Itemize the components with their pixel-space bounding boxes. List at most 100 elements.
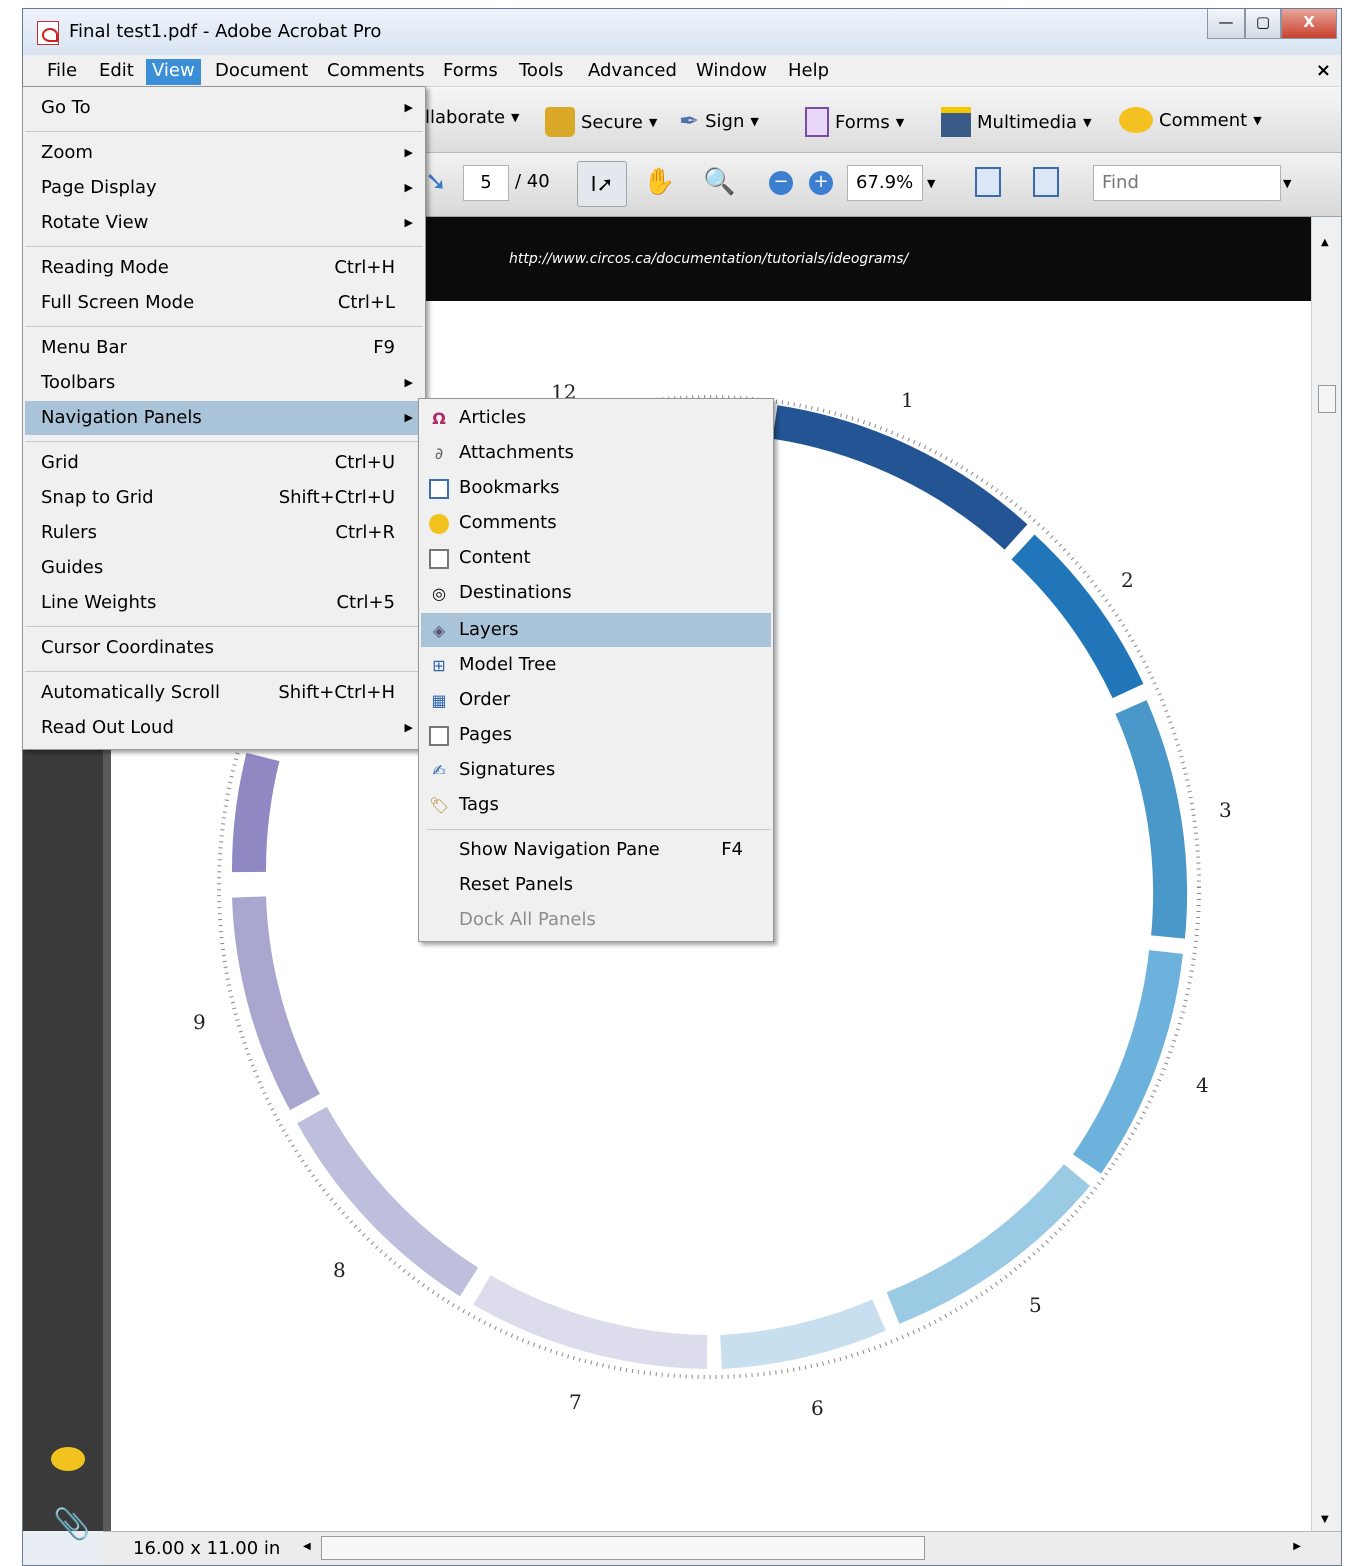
menu-advanced[interactable]: Advanced xyxy=(582,59,683,85)
view-menu-item-cursor-coordinates[interactable]: Cursor Coordinates xyxy=(25,631,423,665)
view-menu-item-snap-to-grid[interactable]: Snap to Grid Shift+Ctrl+U xyxy=(25,481,423,515)
ideogram-segment-1 xyxy=(772,405,1028,550)
navigation-panels-submenu: Ω Articles ∂ Attachments Bookmarks Comment… xyxy=(418,398,774,942)
nav-item-layers[interactable]: ◈ Layers xyxy=(421,613,771,647)
nav-item-model-tree[interactable]: ⊞ Model Tree xyxy=(421,648,771,682)
view-menu-item-zoom[interactable]: Zoom ▶ xyxy=(25,136,423,170)
nav-item-pages[interactable]: Pages xyxy=(421,718,771,752)
ideogram-label-3: 3 xyxy=(1219,798,1232,822)
multimedia-button[interactable]: Multimedia ▼ xyxy=(941,107,1092,137)
bookmark-icon xyxy=(429,479,449,499)
view-menu-item-reading-mode[interactable]: Reading Mode Ctrl+H xyxy=(25,251,423,285)
menu-item-label: Read Out Loud xyxy=(41,717,174,738)
view-menu-item-rulers[interactable]: Rulers Ctrl+R xyxy=(25,516,423,550)
nav-item-destinations[interactable]: ◎ Destinations xyxy=(421,576,771,610)
nav-item-tags[interactable]: 🏷 Tags xyxy=(421,788,771,822)
collaborate-button[interactable]: llaborate ▼ xyxy=(425,107,520,128)
lock-icon xyxy=(545,107,575,137)
nav-item-comments[interactable]: Comments xyxy=(421,506,771,540)
view-menu-item-menu-bar[interactable]: Menu Bar F9 xyxy=(25,331,423,365)
ideogram-label-1: 1 xyxy=(901,388,914,412)
window-title: Final test1.pdf - Adobe Acrobat Pro xyxy=(69,21,382,42)
nav-item-content[interactable]: Content xyxy=(421,541,771,575)
scroll-down-arrow-icon[interactable]: ▼ xyxy=(1321,1514,1329,1525)
scroll-thumb[interactable] xyxy=(1318,385,1336,413)
secure-button[interactable]: Secure ▼ xyxy=(545,107,657,137)
view-menu-item-page-display[interactable]: Page Display ▶ xyxy=(25,171,423,205)
minimize-button[interactable]: — xyxy=(1207,9,1245,39)
nav-item-bookmarks[interactable]: Bookmarks xyxy=(421,471,771,505)
view-menu-item-goto[interactable]: Go To ▶ xyxy=(25,91,423,125)
comment-button[interactable]: Comment ▼ xyxy=(1119,107,1262,133)
hand-tool-icon[interactable]: ✋ xyxy=(643,167,675,197)
sign-button[interactable]: ✒ Sign ▼ xyxy=(679,107,759,135)
ideogram-label-5: 5 xyxy=(1029,1293,1042,1317)
zoom-dropdown-icon[interactable]: ▼ xyxy=(927,177,935,190)
forms-button[interactable]: Forms ▼ xyxy=(805,107,904,137)
nav-item-show-navigation-pane[interactable]: Show Navigation Pane F4 xyxy=(421,833,771,867)
scroll-left-arrow-icon[interactable]: ◀ xyxy=(303,1541,311,1552)
close-document-icon[interactable]: × xyxy=(1316,60,1331,81)
page-number-input[interactable]: 5 xyxy=(463,165,509,201)
find-dropdown-icon[interactable]: ▼ xyxy=(1283,177,1291,190)
signature-icon: ✍ xyxy=(432,761,446,780)
find-input[interactable]: Find xyxy=(1093,165,1281,201)
menu-tools[interactable]: Tools xyxy=(513,59,569,85)
menu-document[interactable]: Document xyxy=(209,59,314,85)
collaborate-label: llaborate xyxy=(425,107,506,128)
fit-page-icon[interactable] xyxy=(1033,167,1059,197)
menu-file[interactable]: File xyxy=(41,59,83,85)
chevron-down-icon: ▼ xyxy=(895,115,905,129)
zoom-in-icon[interactable]: + xyxy=(809,171,833,195)
menu-item-label: Dock All Panels xyxy=(459,909,596,930)
attachments-panel-icon[interactable]: 📎 xyxy=(53,1507,90,1542)
menu-item-shortcut: Shift+Ctrl+H xyxy=(278,682,395,703)
menu-view[interactable]: View xyxy=(146,59,201,85)
view-menu-item-read-out-loud[interactable]: Read Out Loud ▶ xyxy=(25,711,423,745)
view-menu-item-grid[interactable]: Grid Ctrl+U xyxy=(25,446,423,480)
menu-item-label: Guides xyxy=(41,557,104,578)
zoom-out-icon[interactable]: − xyxy=(769,171,793,195)
view-menu-item-toolbars[interactable]: Toolbars ▶ xyxy=(25,366,423,400)
horizontal-scrollbar[interactable] xyxy=(321,1536,925,1560)
menu-item-label: Reading Mode xyxy=(41,257,169,278)
menu-item-label: Destinations xyxy=(459,582,572,603)
nav-item-signatures[interactable]: ✍ Signatures xyxy=(421,753,771,787)
view-menu-item-guides[interactable]: Guides xyxy=(25,551,423,585)
nav-item-attachments[interactable]: ∂ Attachments xyxy=(421,436,771,470)
next-page-arrow-icon[interactable]: ➘ xyxy=(425,167,447,197)
page-size: 16.00 x 11.00 in xyxy=(133,1538,281,1559)
tree-icon: ⊞ xyxy=(432,656,446,675)
view-menu-item-full-screen[interactable]: Full Screen Mode Ctrl+L xyxy=(25,286,423,320)
menu-forms[interactable]: Forms xyxy=(437,59,504,85)
nav-item-order[interactable]: ▦ Order xyxy=(421,683,771,717)
menu-edit[interactable]: Edit xyxy=(93,59,140,85)
select-tool-button[interactable]: I➚ xyxy=(577,161,627,207)
menu-item-label: Toolbars xyxy=(41,372,116,393)
submenu-arrow-icon: ▶ xyxy=(404,181,413,194)
fit-width-icon[interactable] xyxy=(975,167,1001,197)
maximize-button[interactable]: ▢ xyxy=(1245,9,1281,39)
menu-help[interactable]: Help xyxy=(782,59,835,85)
view-menu-item-auto-scroll[interactable]: Automatically Scroll Shift+Ctrl+H xyxy=(25,676,423,710)
menu-item-shortcut: Shift+Ctrl+U xyxy=(278,487,395,508)
view-menu-item-line-weights[interactable]: Line Weights Ctrl+5 xyxy=(25,586,423,620)
chevron-down-icon: ▼ xyxy=(750,114,759,128)
vertical-scrollbar[interactable]: ▲ ▼ xyxy=(1311,217,1341,1531)
scroll-up-arrow-icon[interactable]: ▲ xyxy=(1321,237,1329,248)
nav-item-reset-panels[interactable]: Reset Panels xyxy=(421,868,771,902)
menu-item-shortcut: F9 xyxy=(373,337,395,358)
marquee-zoom-icon[interactable]: 🔍 xyxy=(703,167,735,197)
nav-item-articles[interactable]: Ω Articles xyxy=(421,401,771,435)
menu-item-label: Full Screen Mode xyxy=(41,292,195,313)
zoom-level-input[interactable]: 67.9% xyxy=(847,165,923,201)
menu-item-label: Cursor Coordinates xyxy=(41,637,214,658)
menu-window[interactable]: Window xyxy=(690,59,773,85)
menu-item-label: Page Display xyxy=(41,177,157,198)
scroll-right-arrow-icon[interactable]: ▶ xyxy=(1293,1541,1301,1552)
view-menu-item-rotate-view[interactable]: Rotate View ▶ xyxy=(25,206,423,240)
menu-comments[interactable]: Comments xyxy=(321,59,431,85)
close-button[interactable]: X xyxy=(1281,9,1337,39)
view-menu-item-navigation-panels[interactable]: Navigation Panels ▶ xyxy=(25,401,423,435)
comments-panel-icon[interactable] xyxy=(51,1447,85,1471)
